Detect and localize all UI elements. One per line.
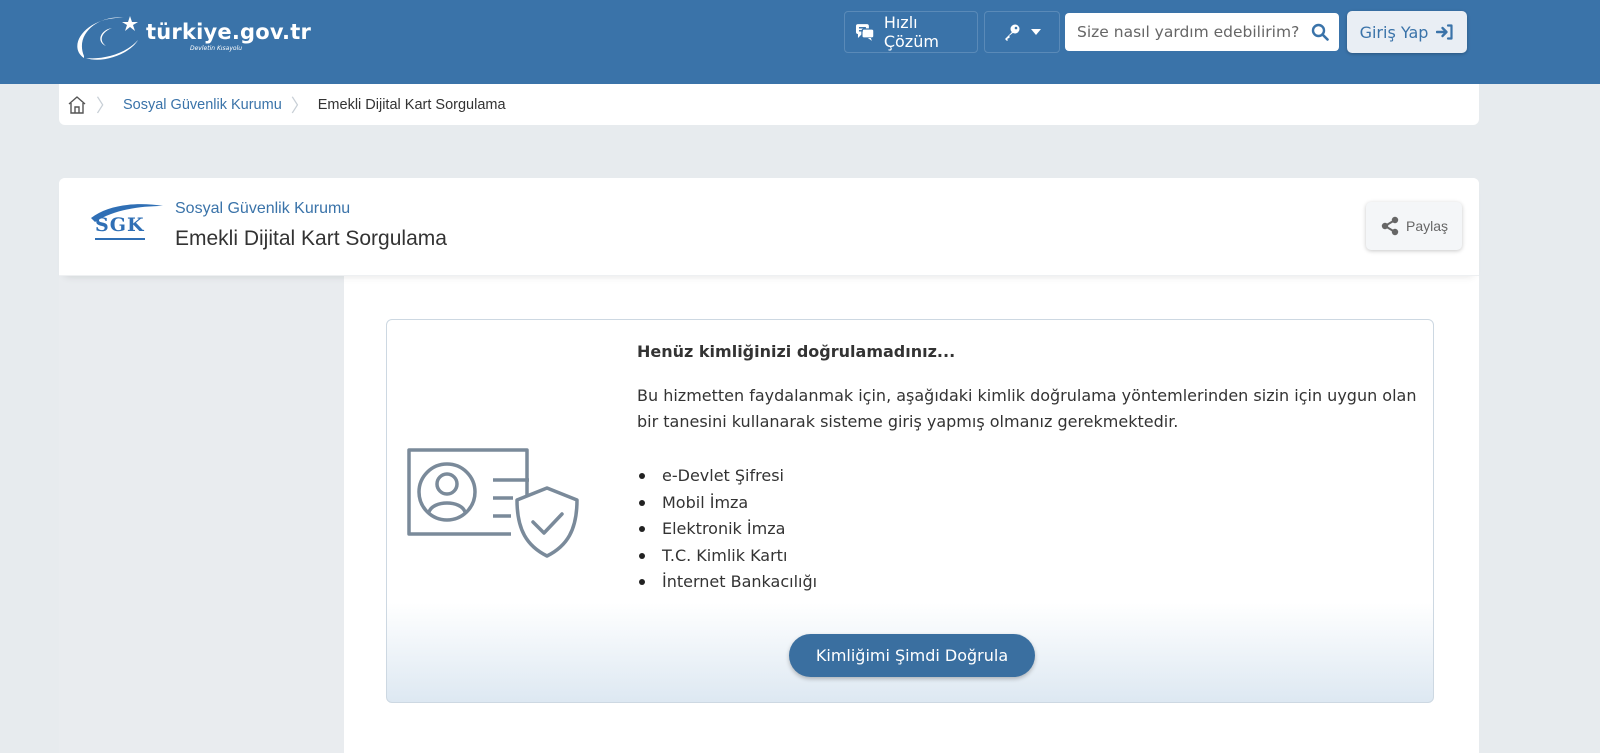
verify-identity-button[interactable]: Kimliğimi Şimdi Doğrula [789,634,1035,677]
caret-down-icon [1031,29,1041,35]
breadcrumb: 〉 Sosyal Güvenlik Kurumu 〉 Emekli Dijita… [59,84,1479,125]
breadcrumb-separator: 〉 [96,95,114,116]
logo-tagline: Devletin Kısayolu [190,45,243,52]
sgk-logo: SGK [89,200,164,246]
quick-solution-label: Hızlı Çözüm [883,13,939,51]
notice-title: Henüz kimliğinizi doğrulamadınız... [637,342,956,361]
logo-swoosh-icon [77,16,138,60]
access-key-dropdown[interactable] [984,11,1060,53]
service-header: SGK Sosyal Güvenlik Kurumu Emekli Dijita… [59,178,1479,276]
breadcrumb-separator: 〉 [290,95,309,116]
list-item: İnternet Bankacılığı [638,569,817,596]
main-content: Henüz kimliğinizi doğrulamadınız... Bu h… [344,276,1479,753]
service-card: SGK Sosyal Güvenlik Kurumu Emekli Dijita… [59,178,1479,753]
organization-name: Sosyal Güvenlik Kurumu [175,200,351,217]
share-icon [1381,216,1399,236]
turkiye-gov-logo[interactable]: türkiye.gov.tr Devletin Kısayolu [72,10,312,66]
login-button[interactable]: Giriş Yap [1347,11,1467,53]
notice-description: Bu hizmetten faydalanmak için, aşağıdaki… [637,386,1417,431]
id-card-shield-icon [407,448,579,558]
search-box [1065,13,1339,51]
search-input[interactable] [1077,23,1309,41]
key-icon [1005,24,1020,41]
login-label: Giriş Yap [1359,22,1429,42]
left-sidebar [59,276,344,753]
sgk-logo-text: SGK [95,214,145,236]
breadcrumb-current: Emekli Dijital Kart Sorgulama [317,96,506,113]
auth-required-notice: Henüz kimliğinizi doğrulamadınız... Bu h… [386,319,1434,703]
chat-icon [855,24,875,41]
service-title: Emekli Dijital Kart Sorgulama [175,227,447,250]
home-icon[interactable] [67,95,87,115]
auth-methods-list: e-Devlet Şifresi Mobil İmza Elektronik İ… [638,463,817,596]
top-bar: türkiye.gov.tr Devletin Kısayolu Hızlı Ç… [0,0,1600,84]
share-label: Paylaş [1405,218,1449,234]
share-button[interactable]: Paylaş [1366,202,1462,250]
list-item: Mobil İmza [638,490,817,517]
list-item: T.C. Kimlik Kartı [638,543,817,570]
logo-text: türkiye.gov.tr [146,20,312,44]
list-item: e-Devlet Şifresi [638,463,817,490]
sgk-underline [95,238,145,240]
search-icon[interactable] [1311,23,1329,41]
quick-solution-button[interactable]: Hızlı Çözüm [844,11,978,53]
breadcrumb-organization-link[interactable]: Sosyal Güvenlik Kurumu [123,97,282,113]
login-arrow-icon [1436,24,1454,40]
list-item: Elektronik İmza [638,516,817,543]
